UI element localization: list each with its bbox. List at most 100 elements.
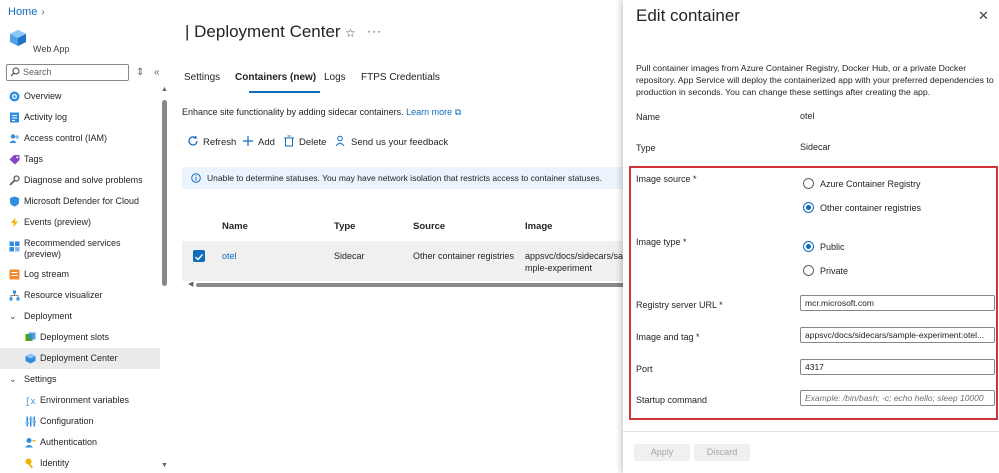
tab-containers[interactable]: Containers (new) xyxy=(235,72,316,83)
scroll-left-arrow-icon[interactable]: ◀ xyxy=(188,280,193,288)
sidebar-group-deployment[interactable]: ⌄ Deployment xyxy=(0,306,160,327)
sidebar-scroll-thumb[interactable] xyxy=(162,100,167,286)
sort-icon[interactable]: ⇕ xyxy=(136,67,144,78)
sidebar-item-label: Tags xyxy=(24,154,44,164)
name-value: otel xyxy=(800,111,815,121)
container-type-cell: Sidecar xyxy=(334,251,365,261)
grid-scroll-thumb[interactable] xyxy=(196,283,625,287)
refresh-button[interactable]: Refresh xyxy=(187,135,236,150)
port-input[interactable]: 4317 xyxy=(800,359,995,375)
tab-settings[interactable]: Settings xyxy=(184,72,220,83)
radio-other-container-registries[interactable]: Other container registries xyxy=(803,202,921,214)
radio-azure-container-registry[interactable]: Azure Container Registry xyxy=(803,178,921,190)
tab-logs[interactable]: Logs xyxy=(324,72,346,83)
sliders-icon xyxy=(25,416,36,427)
sidebar-item-access-control[interactable]: Access control (IAM) xyxy=(0,128,160,149)
sidebar-group-settings[interactable]: ⌄ Settings xyxy=(0,369,160,390)
sidebar-item-events[interactable]: Events (preview) xyxy=(0,212,160,233)
sidebar-item-label: Authentication xyxy=(40,437,98,447)
container-source-cell: Other container registries xyxy=(413,251,515,261)
more-options-icon[interactable]: ··· xyxy=(367,24,382,38)
feedback-button[interactable]: Send us your feedback xyxy=(335,135,448,150)
star-favorite-icon[interactable]: ☆ xyxy=(345,26,356,40)
sidebar-item-defender[interactable]: Microsoft Defender for Cloud xyxy=(0,191,160,212)
column-header-name[interactable]: Name xyxy=(222,221,248,232)
row-checkbox[interactable] xyxy=(193,250,205,262)
globe-icon xyxy=(9,91,20,102)
search-icon xyxy=(10,67,20,77)
sidebar-item-recommended-services[interactable]: Recommended services (preview) xyxy=(0,236,160,262)
sidebar-item-diagnose[interactable]: Diagnose and solve problems xyxy=(0,170,160,191)
column-header-type[interactable]: Type xyxy=(334,221,355,232)
column-header-image[interactable]: Image xyxy=(525,221,552,232)
sidebar-item-deployment-center[interactable]: Deployment Center xyxy=(0,348,160,369)
container-image-line-1: appsvc/docs/sidecars/sa xyxy=(525,251,624,261)
log-stream-icon xyxy=(9,269,20,280)
sidebar-item-label: Microsoft Defender for Cloud xyxy=(24,196,140,206)
info-banner: Unable to determine statuses. You may ha… xyxy=(182,167,625,189)
menu-search-input[interactable]: Search xyxy=(6,64,129,81)
key-icon xyxy=(25,458,34,469)
registry-url-label: Registry server URL * xyxy=(636,300,723,310)
radio-private[interactable]: Private xyxy=(803,265,848,277)
checkmark-icon xyxy=(195,254,204,261)
sidebar-item-label: Identity xyxy=(40,458,70,468)
users-icon xyxy=(9,134,19,143)
radio-label: Azure Container Registry xyxy=(820,179,921,189)
resource-type-label: Web App xyxy=(33,44,70,54)
name-label: Name xyxy=(636,112,661,122)
image-tag-label: Image and tag * xyxy=(636,332,700,342)
startup-command-input[interactable]: Example: /bin/bash; -c; echo hello; slee… xyxy=(800,390,995,406)
column-header-source[interactable]: Source xyxy=(413,221,445,232)
container-name-link[interactable]: otel xyxy=(222,250,237,262)
learn-more-label: Learn more xyxy=(406,107,453,117)
web-app-icon xyxy=(10,30,26,46)
close-icon[interactable]: ✕ xyxy=(978,8,989,24)
sidebar-item-authentication[interactable]: Authentication xyxy=(0,432,160,453)
image-tag-input[interactable]: appsvc/docs/sidecars/sample-experiment:o… xyxy=(800,327,995,343)
grid-horizontal-scrollbar[interactable]: ◀ xyxy=(188,280,625,288)
type-label: Type xyxy=(636,143,656,153)
lightning-icon xyxy=(11,217,18,228)
panel-description: Pull container images from Azure Contain… xyxy=(636,63,994,97)
type-value: Sidecar xyxy=(800,142,831,152)
discard-button[interactable]: Discard xyxy=(694,444,750,461)
sidebar-item-label: Deployment Center xyxy=(40,353,118,363)
sidebar-item-deployment-slots[interactable]: Deployment slots xyxy=(0,327,160,348)
deployment-slots-icon xyxy=(25,332,36,341)
refresh-icon xyxy=(188,135,198,146)
delete-button[interactable]: Delete xyxy=(283,135,326,150)
apply-button[interactable]: Apply xyxy=(634,444,690,461)
sidebar-group-label: Settings xyxy=(24,374,57,384)
sidebar-item-label: Recommended services (preview) xyxy=(24,238,121,260)
page-title: | Deployment Center xyxy=(185,22,341,41)
image-source-label: Image source * xyxy=(636,174,697,184)
sidebar-group-label: Deployment xyxy=(24,311,73,321)
add-button[interactable]: Add xyxy=(242,135,275,150)
learn-more-link[interactable]: Learn more ⧉ xyxy=(406,107,461,117)
table-row[interactable]: otel Sidecar Other container registries … xyxy=(182,241,625,281)
scroll-down-arrow-icon[interactable]: ▼ xyxy=(161,462,168,469)
tab-ftps-credentials[interactable]: FTPS Credentials xyxy=(361,72,440,83)
sidebar-item-environment-variables[interactable]: [x] Environment variables xyxy=(0,390,160,411)
breadcrumb-home-link[interactable]: Home xyxy=(8,6,37,18)
shield-icon xyxy=(10,196,19,207)
container-image-cell: appsvc/docs/sidecars/sa mple-experiment xyxy=(525,250,623,274)
sidebar-item-log-stream[interactable]: Log stream xyxy=(0,264,160,285)
scroll-up-arrow-icon[interactable]: ▲ xyxy=(161,86,168,93)
chevron-down-icon: ⌄ xyxy=(9,374,17,384)
sidebar-item-configuration[interactable]: Configuration xyxy=(0,411,160,432)
sidebar-item-identity[interactable]: Identity xyxy=(0,453,160,473)
sidebar-item-overview[interactable]: Overview xyxy=(0,86,160,107)
radio-label: Public xyxy=(820,242,845,252)
radio-public[interactable]: Public xyxy=(803,241,845,253)
registry-url-input[interactable]: mcr.microsoft.com xyxy=(800,295,995,311)
sidebar-item-resource-visualizer[interactable]: Resource visualizer xyxy=(0,285,160,306)
sidebar-item-label-line-1: Recommended services xyxy=(24,238,121,248)
sidebar-item-tags[interactable]: Tags xyxy=(0,149,160,170)
intro-text: Enhance site functionality by adding sid… xyxy=(182,107,461,118)
collapse-menu-icon[interactable]: « xyxy=(154,67,160,78)
radio-unselected-icon xyxy=(803,265,814,276)
sidebar-item-label: Activity log xyxy=(24,112,68,122)
sidebar-item-activity-log[interactable]: Activity log xyxy=(0,107,160,128)
